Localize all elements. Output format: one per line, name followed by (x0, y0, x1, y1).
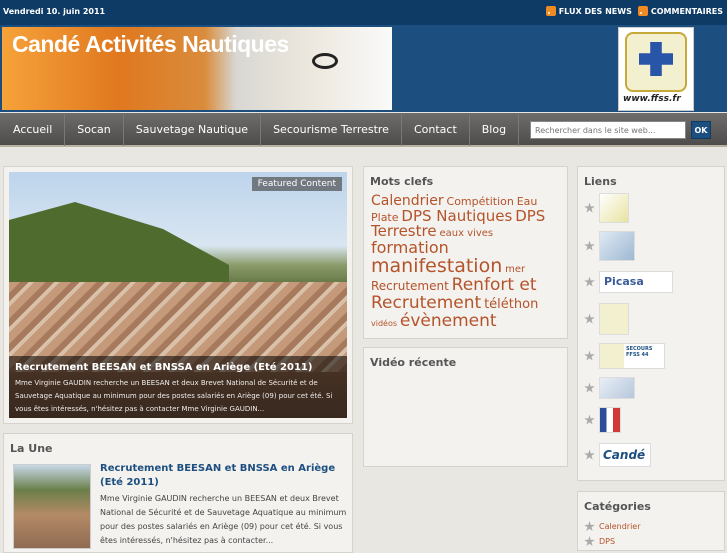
star-icon (584, 449, 595, 460)
featured-content: Featured Content Recrutement BEESAN et B… (3, 166, 353, 424)
link-item[interactable] (584, 377, 635, 399)
link-item[interactable]: Picasa (584, 271, 673, 293)
category-item[interactable]: DPS (578, 534, 724, 549)
star-icon (584, 202, 595, 213)
link-logo-7[interactable] (599, 407, 621, 433)
news-feed-link[interactable]: FLUX DES NEWS (545, 6, 632, 16)
la-une-heading: La Une (10, 442, 53, 455)
tag-link[interactable]: manifestation (371, 255, 502, 277)
tags-heading: Mots clefs (370, 175, 434, 188)
star-icon (584, 521, 595, 532)
ffss-logo[interactable]: www.ffss.fr (618, 27, 694, 111)
star-icon (584, 536, 595, 547)
search-input[interactable] (530, 121, 686, 139)
link-item[interactable] (584, 407, 621, 433)
video-panel: Vidéo récente (363, 347, 568, 467)
featured-title[interactable]: Recrutement BEESAN et BNSSA en Ariège (E… (15, 362, 341, 373)
main-nav: Accueil Socan Sauvetage Nautique Secouri… (0, 113, 727, 147)
logo-url-text: www.ffss.fr (623, 94, 681, 104)
featured-caption: Recrutement BEESAN et BNSSA en Ariège (E… (9, 356, 347, 418)
la-une-thumbnail[interactable] (13, 464, 91, 549)
tags-panel: Mots clefs Calendrier Compétition Eau Pl… (363, 166, 568, 339)
la-une-panel: La Une Recrutement BEESAN et BNSSA en Ar… (3, 433, 353, 553)
search-button[interactable]: OK (691, 121, 711, 139)
featured-image[interactable]: Featured Content Recrutement BEESAN et B… (9, 172, 347, 418)
link-logo-6[interactable] (599, 377, 635, 399)
categories-heading: Catégories (584, 500, 651, 513)
date-text: Vendredi 10. juin 2011 (3, 7, 106, 16)
link-picasa[interactable]: Picasa (599, 271, 673, 293)
header-banner[interactable]: Candé Activités Nautiques (2, 27, 392, 110)
tag-link[interactable]: vidéos (371, 319, 397, 328)
featured-excerpt: Mme Virginie GAUDIN recherche un BEESAN … (15, 379, 333, 413)
link-logo-1[interactable] (599, 193, 629, 223)
nav-sauvetage-nautique[interactable]: Sauvetage Nautique (124, 114, 262, 146)
star-icon (584, 350, 595, 361)
nav-blog[interactable]: Blog (470, 114, 520, 146)
star-icon (584, 382, 595, 393)
category-item[interactable]: Calendrier (578, 519, 724, 534)
nav-contact[interactable]: Contact (402, 114, 470, 146)
tag-link[interactable]: Recrutement (371, 279, 449, 293)
tag-link[interactable]: téléthon (484, 297, 538, 312)
hill-shape (9, 202, 229, 292)
link-cande[interactable]: Candé (599, 443, 651, 467)
feed-links: FLUX DES NEWS COMMENTAIRES (545, 6, 723, 16)
nav-socan[interactable]: Socan (65, 114, 124, 146)
rss-icon (637, 6, 648, 16)
top-bar: Vendredi 10. juin 2011 FLUX DES NEWS COM… (0, 0, 727, 25)
comments-feed-link[interactable]: COMMENTAIRES (637, 6, 723, 16)
link-secours-ffss44[interactable]: SECOURS FFSS 44 (599, 343, 665, 369)
site-header: Candé Activités Nautiques www.ffss.fr (0, 25, 727, 112)
site-title[interactable]: Candé Activités Nautiques (12, 31, 289, 58)
link-item[interactable] (584, 193, 629, 223)
tag-link[interactable]: mer (505, 264, 525, 275)
rss-icon (545, 6, 556, 16)
video-heading: Vidéo récente (370, 356, 457, 369)
tag-link[interactable]: évènement (400, 311, 497, 331)
la-une-body: Recrutement BEESAN et BNSSA en Ariège (E… (100, 462, 350, 548)
featured-badge: Featured Content (251, 177, 342, 191)
star-icon (584, 240, 595, 251)
link-logo-4[interactable] (599, 303, 629, 335)
link-item[interactable]: Candé (584, 443, 651, 467)
links-heading: Liens (584, 175, 617, 188)
tag-cloud: Calendrier Compétition Eau Plate DPS Nau… (364, 194, 567, 330)
link-item[interactable] (584, 231, 635, 261)
nav-accueil[interactable]: Accueil (0, 114, 66, 146)
star-icon (584, 313, 595, 324)
link-logo-2[interactable] (599, 231, 635, 261)
la-une-title[interactable]: Recrutement BEESAN et BNSSA en Ariège (E… (100, 462, 350, 490)
link-item[interactable]: SECOURS FFSS 44 (584, 343, 665, 369)
star-icon (584, 276, 595, 287)
star-icon (584, 414, 595, 425)
nav-secourisme-terrestre[interactable]: Secourisme Terrestre (261, 114, 402, 146)
swimmer-goggles (312, 53, 338, 69)
categories-panel: Catégories Calendrier DPS (577, 491, 725, 551)
link-item[interactable] (584, 303, 629, 335)
la-une-excerpt: Mme Virginie GAUDIN recherche un BEESAN … (100, 494, 347, 545)
links-panel: Liens Picasa SECOURS FFSS 44 Candé (577, 166, 725, 481)
